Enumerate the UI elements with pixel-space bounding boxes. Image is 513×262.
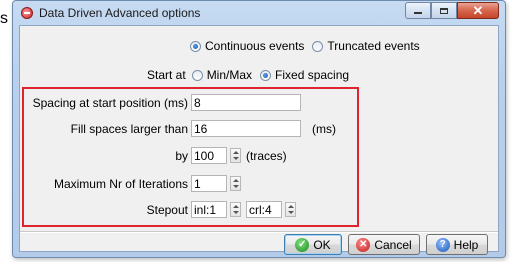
cancel-button-label: Cancel <box>374 237 412 252</box>
dialog-window: Data Driven Advanced options ✕ Continuou… <box>12 0 506 258</box>
stepout-crl-input[interactable]: crl:4 <box>246 201 282 218</box>
spacing-label: Spacing at start position (ms) <box>32 96 188 110</box>
stage: s Data Driven Advanced options ✕ Continu… <box>0 0 513 262</box>
spin-down-icon <box>287 211 294 215</box>
radio-truncated-events-label[interactable]: Truncated events <box>327 39 419 53</box>
radio-continuous-events-label[interactable]: Continuous events <box>205 39 304 53</box>
radio-fixed-spacing[interactable] <box>260 69 272 81</box>
help-button[interactable]: ? Help <box>426 234 488 255</box>
spin-up-icon <box>287 204 294 208</box>
cancel-button[interactable]: ✕ Cancel <box>348 234 420 255</box>
start-at-label: Start at <box>147 68 186 82</box>
by-input[interactable]: 100 <box>191 147 227 164</box>
stepout-crl-spinner[interactable] <box>285 202 296 217</box>
question-icon: ? <box>435 237 450 252</box>
fill-spaces-unit: (ms) <box>312 122 336 136</box>
fill-spaces-input[interactable]: 16 <box>191 120 301 137</box>
by-label: by <box>175 149 188 163</box>
event-type-group: Continuous events Truncated events <box>190 39 428 53</box>
x-icon: ✕ <box>356 237 371 252</box>
spin-up-icon <box>232 178 239 182</box>
stepout-label: Stepout <box>146 203 188 217</box>
radio-continuous-events[interactable] <box>190 40 201 52</box>
by-unit: (traces) <box>246 149 287 163</box>
radio-fixed-spacing-label[interactable]: Fixed spacing <box>275 68 349 82</box>
spin-up-icon <box>232 150 239 154</box>
maximize-icon <box>440 7 448 14</box>
check-icon: ✓ <box>295 237 310 252</box>
maximize-button[interactable] <box>431 2 457 19</box>
ok-button[interactable]: ✓ OK <box>284 234 342 255</box>
ok-button-label: OK <box>313 237 331 252</box>
help-button-label: Help <box>453 237 479 252</box>
radio-truncated-events[interactable] <box>312 40 324 52</box>
max-iterations-spinner[interactable] <box>230 176 241 191</box>
start-at-group: Start at Min/Max Fixed spacing <box>147 68 357 82</box>
title-bar[interactable]: Data Driven Advanced options ✕ <box>13 1 505 25</box>
close-button[interactable]: ✕ <box>457 2 499 19</box>
max-iterations-input[interactable]: 1 <box>191 175 227 192</box>
spacing-input[interactable]: 8 <box>191 94 301 111</box>
fill-spaces-label: Fill spaces larger than <box>70 122 188 136</box>
close-icon: ✕ <box>472 2 484 18</box>
max-iterations-label: Maximum Nr of Iterations <box>53 177 188 191</box>
stepout-inl-spinner[interactable] <box>230 202 241 217</box>
window-controls: ✕ <box>405 2 499 20</box>
by-spinner[interactable] <box>230 148 241 163</box>
spin-down-icon <box>232 157 239 161</box>
app-icon <box>21 7 33 19</box>
spin-down-icon <box>232 211 239 215</box>
minimize-button[interactable] <box>405 2 431 19</box>
separator <box>20 231 498 233</box>
stepout-inl-input[interactable]: inl:1 <box>191 201 227 218</box>
dialog-body: Continuous events Truncated events Start… <box>19 25 499 255</box>
radio-min-max[interactable] <box>191 69 203 81</box>
radio-min-max-label[interactable]: Min/Max <box>207 68 252 82</box>
minimize-icon <box>414 12 422 14</box>
spin-down-icon <box>232 185 239 189</box>
spin-up-icon <box>232 204 239 208</box>
background-text: s <box>0 10 8 27</box>
window-title: Data Driven Advanced options <box>39 6 201 20</box>
